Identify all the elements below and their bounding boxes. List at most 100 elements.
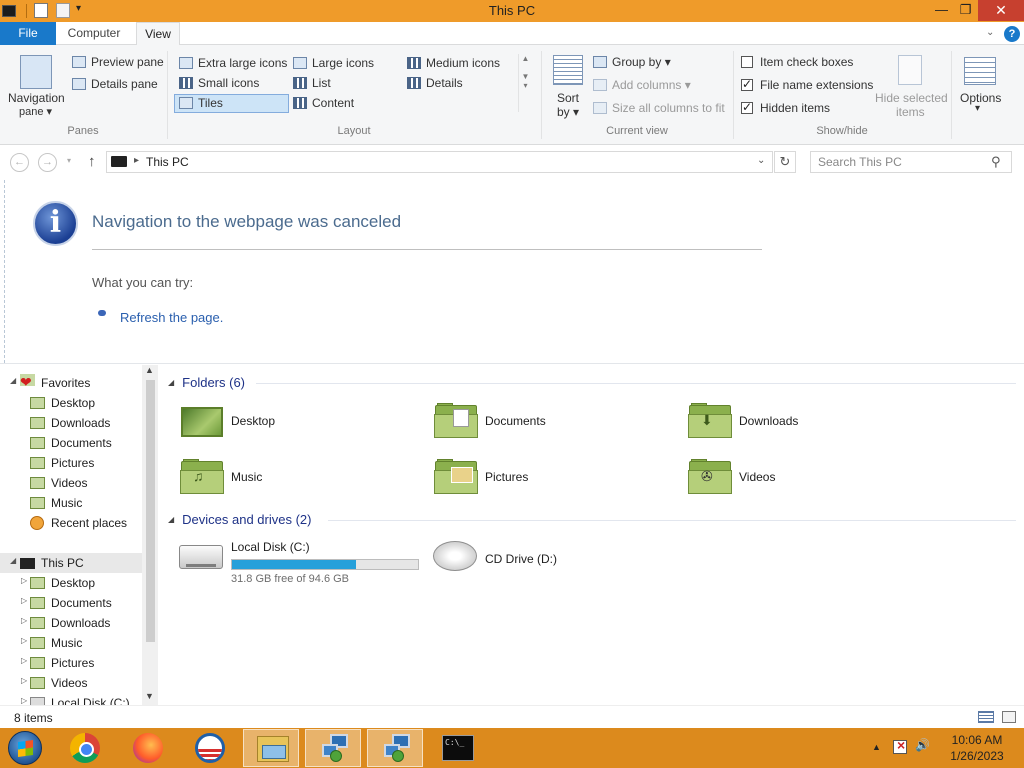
sidebar-item-pc-videos[interactable]: ▷ Videos [0,673,142,693]
taskbar-firefox[interactable] [119,729,175,767]
breadcrumb-chevron-icon[interactable]: ▸ [134,155,139,166]
navigation-pane-button[interactable]: Navigation [8,91,65,105]
sidebar-item-this-pc[interactable]: ◢ This PC [0,553,142,573]
sidebar-item-favorites-desktop[interactable]: Desktop [0,393,142,413]
drives-group-header[interactable]: ◢ Devices and drives (2) [168,512,311,527]
up-button[interactable]: ↑ [88,153,96,170]
address-bar[interactable]: ▸ This PC ⌄ [106,151,773,173]
options-dropdown[interactable]: ▾ [975,103,980,114]
folder-desktop[interactable]: Desktop [179,403,419,449]
refresh-page-link[interactable]: Refresh the page. [120,310,223,325]
tab-view[interactable]: View [136,22,180,46]
sidebar-item-pc-documents[interactable]: ▷ Documents [0,593,142,613]
taskbar-obama-app[interactable] [181,729,237,767]
sidebar-item-favorites-documents[interactable]: Documents [0,433,142,453]
sidebar-item-favorites-videos[interactable]: Videos [0,473,142,493]
hide-selected-items-button[interactable]: Hide selected [875,91,948,105]
folders-group-header[interactable]: ◢ Folders (6) [168,375,245,390]
folder-documents[interactable]: Documents [433,403,673,449]
sidebar-item-recent-places[interactable]: Recent places [0,513,142,533]
clock[interactable]: 10:06 AM 1/26/2023 [937,732,1017,764]
refresh-button[interactable]: ↻ [774,151,796,173]
hidden-items-toggle[interactable]: Hidden items [741,100,830,115]
sort-by-dropdown[interactable]: by ▾ [557,105,579,119]
folder-pictures[interactable]: Pictures [433,459,673,505]
sidebar-item-pc-local-disk[interactable]: ▷ Local Disk (C:) [0,693,142,705]
details-option[interactable]: Details [407,76,463,90]
scroll-up-icon[interactable]: ▲ [145,365,154,375]
sidebar-item-pc-pictures[interactable]: ▷ Pictures [0,653,142,673]
expand-icon[interactable]: ▷ [21,636,27,645]
folder-downloads[interactable]: ⬇ Downloads [687,403,927,449]
tab-file[interactable]: File [0,22,56,45]
large-icons-view-icon[interactable] [1002,711,1016,723]
content-option[interactable]: Content [293,96,354,110]
scroll-down-icon[interactable]: ▼ [145,691,154,701]
forward-button[interactable]: → [38,153,57,172]
action-center-flag-icon[interactable] [893,737,907,754]
nav-pane-scrollbar[interactable]: ▲ ▼ [142,365,158,705]
details-view-icon[interactable] [978,711,994,723]
breadcrumb[interactable]: This PC [146,155,189,169]
scrollbar-thumb[interactable] [146,380,155,642]
navigation-pane[interactable]: ◢ ❤ Favorites Desktop Downloads Document… [0,365,158,705]
collapse-icon[interactable]: ◢ [168,378,174,387]
list-option[interactable]: List [293,76,331,90]
collapse-icon[interactable]: ◢ [168,515,174,524]
help-button[interactable]: ? [1004,26,1020,42]
file-name-extensions-checkbox[interactable] [741,77,753,91]
search-icon[interactable]: ⚲ [991,154,1001,170]
expand-icon[interactable]: ▷ [21,616,27,625]
volume-icon[interactable]: 🔊 [915,738,930,752]
folder-music[interactable]: ♫ Music [179,459,419,505]
layout-gallery-scroll[interactable]: ▲ ▼ ▾ [518,54,532,112]
taskbar-chrome[interactable] [56,729,112,767]
expand-icon[interactable]: ▷ [21,676,27,685]
large-icons-option[interactable]: Large icons [293,56,374,70]
details-pane-button[interactable]: Details pane [72,77,158,91]
show-hidden-icons-button[interactable]: ▲ [872,742,881,752]
group-by-button[interactable]: Group by ▾ [593,55,671,69]
file-name-extensions-toggle[interactable]: File name extensions [741,77,873,92]
add-columns-button[interactable]: Add columns ▾ [593,78,691,92]
folder-videos[interactable]: ✇ Videos [687,459,927,505]
sidebar-item-favorites[interactable]: ◢ ❤ Favorites [0,373,142,393]
start-button[interactable] [8,731,42,765]
tiles-option[interactable]: Tiles [179,96,223,110]
sidebar-item-favorites-pictures[interactable]: Pictures [0,453,142,473]
address-dropdown-icon[interactable]: ⌄ [757,155,765,166]
minimize-button[interactable]: — [928,0,955,21]
close-button[interactable]: ✕ [978,0,1024,21]
expand-icon[interactable]: ▷ [21,596,27,605]
navigation-pane-dropdown[interactable]: pane ▾ [19,105,52,118]
taskbar-network-app-1[interactable] [305,729,361,767]
taskbar-network-app-2[interactable] [367,729,423,767]
expand-icon[interactable]: ▷ [21,656,27,665]
collapse-icon[interactable]: ◢ [10,556,16,565]
expand-icon[interactable]: ▷ [21,576,27,585]
collapse-icon[interactable]: ◢ [10,376,16,385]
taskbar-file-explorer[interactable] [243,729,299,767]
maximize-button[interactable]: ❐ [952,0,979,21]
sidebar-item-favorites-downloads[interactable]: Downloads [0,413,142,433]
expand-icon[interactable]: ▷ [21,696,27,705]
sidebar-item-favorites-music[interactable]: Music [0,493,142,513]
item-check-boxes-toggle[interactable]: Item check boxes [741,55,853,69]
expand-ribbon-icon[interactable]: ⌄ [986,27,994,38]
drive-local-disk-c[interactable]: Local Disk (C:) 31.8 GB free of 94.6 GB [179,537,423,585]
taskbar-command-prompt[interactable]: C:\_ [429,729,485,767]
sidebar-item-pc-downloads[interactable]: ▷ Downloads [0,613,142,633]
item-check-boxes-checkbox[interactable] [741,56,753,68]
search-input[interactable] [811,152,989,172]
sidebar-item-pc-desktop[interactable]: ▷ Desktop [0,573,142,593]
extra-large-icons-option[interactable]: Extra large icons [179,56,287,70]
preview-pane-button[interactable]: Preview pane [72,55,164,69]
back-button[interactable]: ← [10,153,29,172]
small-icons-option[interactable]: Small icons [179,76,259,90]
sort-by-button[interactable]: Sort [557,91,579,105]
options-button[interactable]: Options [960,91,1001,105]
hidden-items-checkbox[interactable] [741,100,753,114]
drive-cd-d[interactable]: CD Drive (D:) [433,537,633,583]
sidebar-item-pc-music[interactable]: ▷ Music [0,633,142,653]
size-all-columns-button[interactable]: Size all columns to fit [593,101,725,115]
